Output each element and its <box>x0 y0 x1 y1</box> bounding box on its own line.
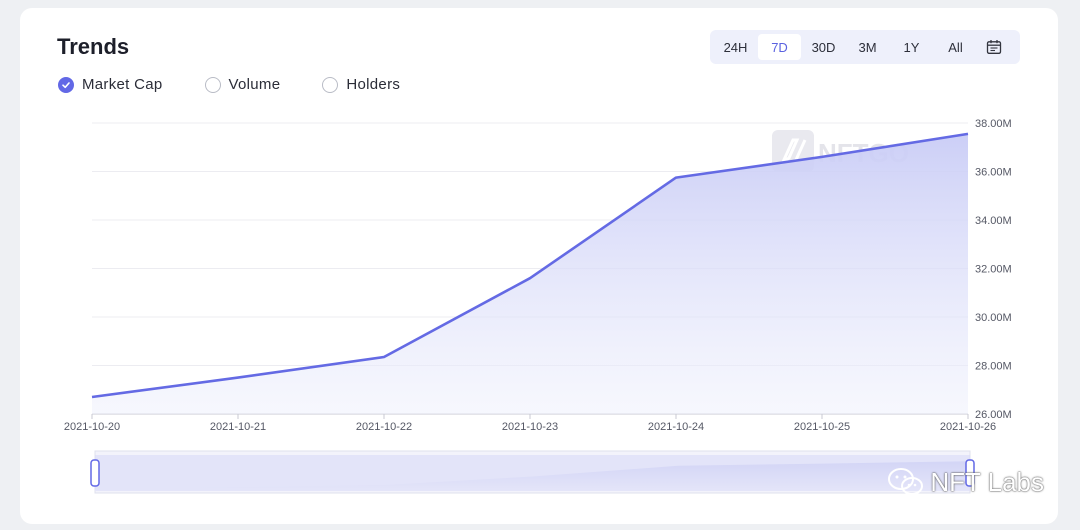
x-tick-label: 2021-10-22 <box>356 421 412 433</box>
corner-watermark-text: NFT Labs <box>930 466 1044 497</box>
market-cap-area <box>92 133 968 414</box>
x-tick-label: 2021-10-24 <box>648 421 704 433</box>
x-tick-label: 2021-10-25 <box>794 421 850 433</box>
y-tick-label: 30.00M <box>975 312 1012 324</box>
y-tick-label: 26.00M <box>975 409 1012 421</box>
y-tick-label: 32.00M <box>975 264 1012 276</box>
x-tick-label: 2021-10-21 <box>210 421 266 433</box>
wechat-icon <box>888 468 924 495</box>
corner-watermark: NFT Labs <box>886 466 1044 498</box>
x-tick-label: 2021-10-26 <box>940 421 996 433</box>
range-navigator[interactable] <box>90 450 975 494</box>
y-tick-label: 28.00M <box>975 361 1012 373</box>
navigator-left-handle[interactable] <box>90 459 100 487</box>
x-tick-label: 2021-10-20 <box>64 421 120 433</box>
x-tick-label: 2021-10-23 <box>502 421 558 433</box>
y-tick-label: 38.00M <box>975 118 1012 130</box>
y-tick-label: 34.00M <box>975 215 1012 227</box>
market-cap-chart: NFTGO 38.00M36.00M34.00M32.00M30.00M28.0… <box>64 118 1012 494</box>
y-tick-label: 36.00M <box>975 167 1012 179</box>
